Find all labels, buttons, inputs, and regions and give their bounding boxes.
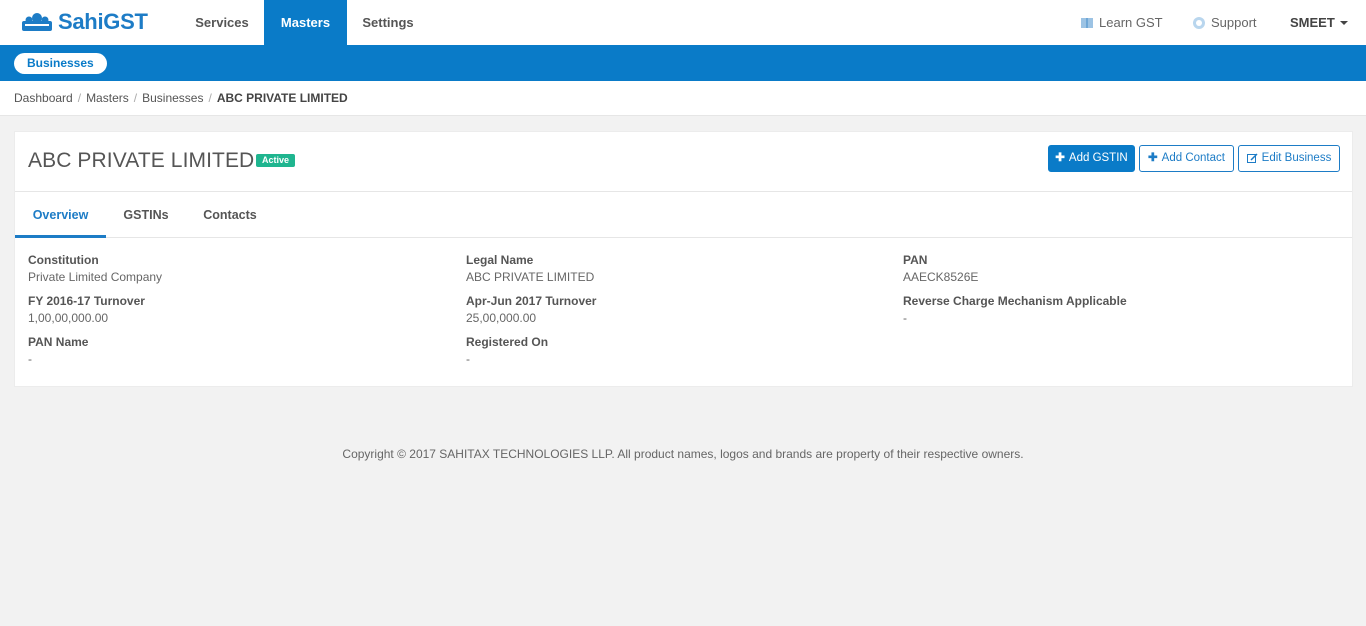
businesses-pill[interactable]: Businesses: [14, 53, 107, 74]
breadcrumb-separator: /: [133, 91, 138, 105]
page-title: ABC PRIVATE LIMITED: [28, 149, 255, 172]
status-badge: Active: [256, 154, 296, 167]
field-constitution: Constitution Private Limited Company: [28, 253, 162, 284]
field-pan-name: PAN Name -: [28, 335, 88, 366]
breadcrumb-separator: /: [208, 91, 212, 105]
plus-icon: ✚: [1148, 152, 1158, 164]
nav-services[interactable]: Services: [180, 0, 264, 45]
field-label: FY 2016-17 Turnover: [28, 294, 145, 308]
logo-text: SahiGST: [58, 9, 148, 34]
breadcrumb-separator: /: [77, 91, 82, 105]
field-value: -: [466, 352, 470, 366]
field-value: 25,00,000.00: [466, 311, 537, 325]
user-menu[interactable]: SMEET: [1290, 0, 1348, 45]
edit-business-button[interactable]: Edit Business: [1238, 145, 1340, 172]
field-label: Registered On: [466, 335, 549, 349]
learn-gst-label: Learn GST: [1099, 15, 1163, 30]
support-label: Support: [1211, 15, 1257, 30]
logo-icon: [22, 13, 52, 31]
caret-down-icon: [1339, 20, 1348, 25]
business-card: ABC PRIVATE LIMITED Active ✚ Add GSTIN ✚…: [14, 131, 1353, 387]
learn-gst-link[interactable]: Learn GST: [1080, 0, 1163, 45]
book-icon: [1081, 17, 1093, 28]
breadcrumb-masters[interactable]: Masters: [86, 91, 129, 105]
field-value: AAECK8526E: [903, 270, 979, 284]
field-quarter-turnover: Apr-Jun 2017 Turnover 25,00,000.00: [466, 294, 596, 325]
app-logo[interactable]: SahiGST: [22, 8, 148, 36]
field-registered-on: Registered On -: [466, 335, 548, 366]
breadcrumb-current: ABC PRIVATE LIMITED: [216, 91, 348, 105]
top-navbar: SahiGST Services Masters Settings Learn …: [0, 0, 1366, 45]
edit-business-label: Edit Business: [1261, 152, 1332, 164]
edit-icon: [1246, 153, 1258, 163]
user-name: SMEET: [1290, 15, 1335, 30]
add-contact-button[interactable]: ✚ Add Contact: [1139, 145, 1234, 172]
support-link[interactable]: Support: [1192, 0, 1257, 45]
breadcrumb: Dashboard / Masters / Businesses / ABC PRIVATE…: [0, 81, 1366, 116]
field-label: PAN: [903, 253, 928, 267]
add-gstin-label: Add GSTIN: [1068, 152, 1128, 164]
breadcrumb-businesses[interactable]: Businesses: [142, 91, 203, 105]
field-label: Reverse Charge Mechanism Applicable: [903, 294, 1127, 308]
field-legal-name: Legal Name ABC PRIVATE LIMITED: [466, 253, 594, 284]
field-value: Private Limited Company: [28, 270, 163, 284]
tab-contacts[interactable]: Contacts: [186, 192, 274, 238]
breadcrumb-dashboard[interactable]: Dashboard: [14, 91, 73, 105]
add-gstin-button[interactable]: ✚ Add GSTIN: [1048, 145, 1135, 172]
field-value: -: [903, 311, 907, 325]
tab-gstins[interactable]: GSTINs: [106, 192, 186, 238]
tab-overview[interactable]: Overview: [15, 192, 106, 238]
field-label: Apr-Jun 2017 Turnover: [466, 294, 597, 308]
field-label: Constitution: [28, 253, 99, 267]
field-label: PAN Name: [28, 335, 89, 349]
add-contact-label: Add Contact: [1161, 152, 1225, 164]
field-value: 1,00,00,000.00: [28, 311, 109, 325]
sub-navbar: Businesses: [0, 45, 1366, 81]
field-pan: PAN AAECK8526E: [903, 253, 978, 284]
field-value: -: [28, 352, 32, 366]
footer-copyright: Copyright © 2017 SAHITAX TECHNOLOGIES LL…: [342, 447, 1024, 461]
nav-settings[interactable]: Settings: [347, 0, 429, 45]
support-icon: [1193, 16, 1205, 29]
field-value: ABC PRIVATE LIMITED: [466, 270, 595, 284]
field-reverse-charge: Reverse Charge Mechanism Applicable -: [903, 294, 1127, 325]
field-fy-turnover: FY 2016-17 Turnover 1,00,00,000.00: [28, 294, 145, 325]
card-header: ABC PRIVATE LIMITED Active ✚ Add GSTIN ✚…: [15, 132, 1352, 192]
nav-masters[interactable]: Masters: [264, 0, 347, 45]
tab-bar: Overview GSTINs Contacts: [15, 192, 1352, 238]
plus-icon: ✚: [1055, 152, 1065, 164]
field-label: Legal Name: [466, 253, 534, 267]
